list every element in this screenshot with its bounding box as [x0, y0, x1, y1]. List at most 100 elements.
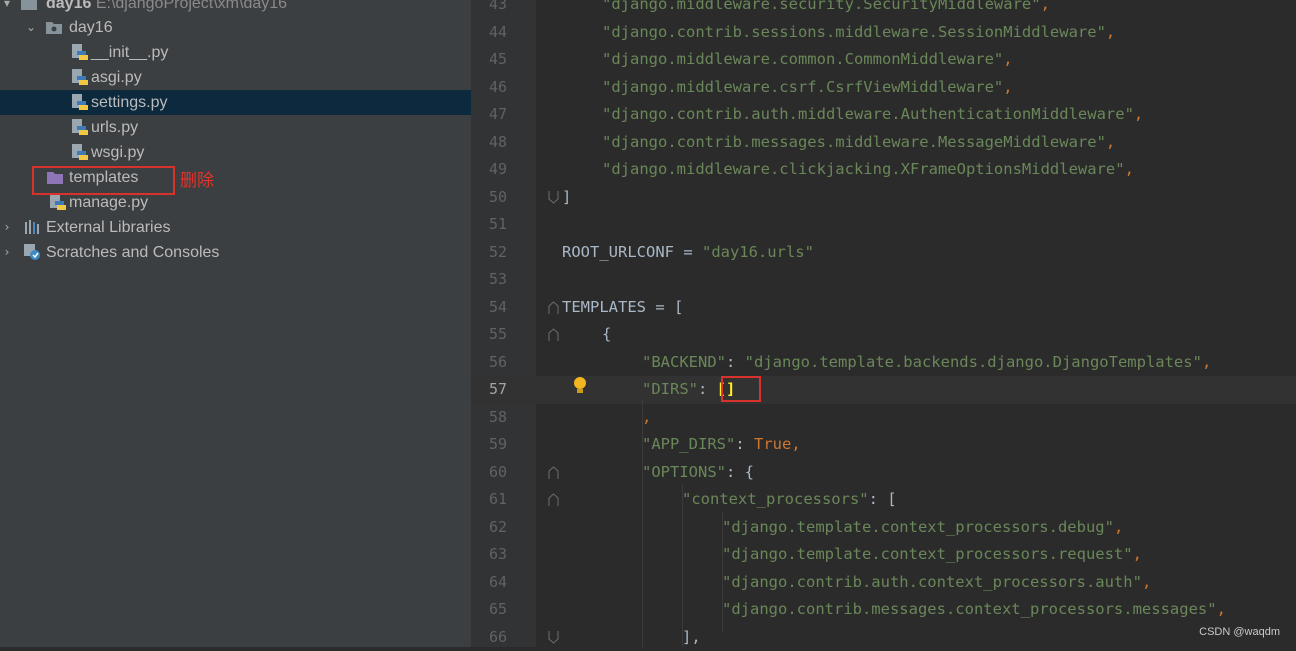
tree-item-label: wsgi.py [91, 140, 144, 165]
tree-row-root[interactable]: ▾ day16 E:\djangoProject\xm\day16 [0, 0, 471, 16]
code-text: "django.middleware.security.SecurityMidd… [602, 0, 1050, 19]
lightbulb-icon[interactable] [572, 376, 588, 396]
code-line[interactable]: 61 "context_processors": [ [471, 486, 1296, 514]
code-editor[interactable]: 43 "django.middleware.security.SecurityM… [471, 0, 1296, 647]
line-number: 61 [471, 486, 507, 514]
tree-row-external-libraries[interactable]: › External Libraries [0, 215, 471, 240]
keyword-token: True, [754, 435, 801, 453]
line-number: 65 [471, 596, 507, 624]
code-line[interactable]: 53 [471, 266, 1296, 294]
scratches-icon [23, 243, 41, 261]
indent-guide [722, 512, 723, 632]
fold-start-icon[interactable] [548, 493, 559, 506]
line-number: 50 [471, 184, 507, 212]
tree-row-wsgi[interactable]: wsgi.py [0, 140, 471, 165]
string-token: "django.middleware.common.CommonMiddlewa… [602, 50, 1003, 68]
tree-row-asgi[interactable]: asgi.py [0, 65, 471, 90]
code-line[interactable]: 64 "django.contrib.auth.context_processo… [471, 569, 1296, 597]
code-line[interactable]: 54 TEMPLATES = [ [471, 294, 1296, 322]
python-file-icon [70, 143, 88, 161]
highlight-box-templates [32, 166, 175, 195]
tree-row-day16[interactable]: ⌄ day16 [0, 15, 471, 40]
tree-item-label: settings.py [91, 90, 167, 115]
code-text: "django.template.context_processors.debu… [722, 514, 1123, 542]
tree-row-urls[interactable]: urls.py [0, 115, 471, 140]
line-number: 51 [471, 211, 507, 239]
code-line[interactable]: 46 "django.middleware.csrf.CsrfViewMiddl… [471, 74, 1296, 102]
code-text: "django.middleware.common.CommonMiddlewa… [602, 46, 1013, 74]
code-text: "django.middleware.clickjacking.XFrameOp… [602, 156, 1134, 184]
code-line[interactable]: 52 ROOT_URLCONF = "day16.urls" [471, 239, 1296, 267]
code-text: "OPTIONS": { [642, 459, 754, 487]
code-line[interactable]: 50 ] [471, 184, 1296, 212]
code-line[interactable]: 63 "django.template.context_processors.r… [471, 541, 1296, 569]
indent-guide [682, 485, 683, 647]
fold-end-icon[interactable] [548, 631, 559, 644]
string-token: "django.middleware.clickjacking.XFrameOp… [602, 160, 1125, 178]
line-number: 49 [471, 156, 507, 184]
punct-token: , [1114, 518, 1123, 536]
package-folder-icon [45, 18, 63, 36]
line-number: 52 [471, 239, 507, 267]
tree-item-label: External Libraries [46, 215, 171, 240]
line-number: 46 [471, 74, 507, 102]
code-line[interactable]: 65 "django.contrib.messages.context_proc… [471, 596, 1296, 624]
code-line[interactable]: 43 "django.middleware.security.SecurityM… [471, 0, 1296, 19]
tree-row-scratches[interactable]: › Scratches and Consoles [0, 240, 471, 265]
delete-annotation: 删除 [180, 166, 214, 191]
code-line[interactable]: 56 "BACKEND": "django.template.backends.… [471, 349, 1296, 377]
chevron-down-icon[interactable]: ⌄ [24, 15, 38, 40]
string-token: "OPTIONS" [642, 463, 726, 481]
project-tree-panel: ▾ day16 E:\djangoProject\xm\day16 ⌄ day1… [0, 0, 471, 647]
code-line[interactable]: 62 "django.template.context_processors.d… [471, 514, 1296, 542]
code-text: "APP_DIRS": True, [642, 431, 801, 459]
punct-token: : [726, 353, 745, 371]
code-line[interactable]: 45 "django.middleware.common.CommonMiddl… [471, 46, 1296, 74]
tree-item-label: urls.py [91, 115, 138, 140]
code-line-current[interactable]: 57 "DIRS": [] [471, 376, 1296, 404]
chevron-right-icon[interactable]: › [0, 215, 14, 240]
chevron-down-icon[interactable]: ▾ [0, 0, 14, 16]
code-line[interactable]: 58 , [471, 404, 1296, 432]
tree-row-settings[interactable]: settings.py [0, 90, 471, 115]
punct-token: : { [726, 463, 754, 481]
tree-row-init[interactable]: __init__.py [0, 40, 471, 65]
string-token: "django.middleware.csrf.CsrfViewMiddlewa… [602, 78, 1003, 96]
punct-token: : [735, 435, 754, 453]
code-text: "context_processors": [ [682, 486, 897, 514]
code-line[interactable]: 59 "APP_DIRS": True, [471, 431, 1296, 459]
punct-token: , [1202, 353, 1211, 371]
string-token: "DIRS" [642, 380, 698, 398]
python-file-icon [70, 68, 88, 86]
line-number: 45 [471, 46, 507, 74]
folder-icon [20, 0, 38, 12]
code-text: "django.contrib.messages.middleware.Mess… [602, 129, 1115, 157]
punct-token: : [ [869, 490, 897, 508]
code-text: , [642, 404, 651, 432]
code-text: "BACKEND": "django.template.backends.dja… [642, 349, 1211, 377]
line-number: 64 [471, 569, 507, 597]
code-text: ROOT_URLCONF = "day16.urls" [562, 239, 814, 267]
punct-token: , [1041, 0, 1050, 13]
fold-start-icon[interactable] [548, 328, 559, 341]
punct-token: , [1125, 160, 1134, 178]
code-line[interactable]: 49 "django.middleware.clickjacking.XFram… [471, 156, 1296, 184]
highlight-box-dirs [721, 376, 761, 402]
fold-start-icon[interactable] [548, 466, 559, 479]
code-line[interactable]: 60 "OPTIONS": { [471, 459, 1296, 487]
code-line[interactable]: 44 "django.contrib.sessions.middleware.S… [471, 19, 1296, 47]
string-token: "django.contrib.messages.context_process… [722, 600, 1217, 618]
string-token: "BACKEND" [642, 353, 726, 371]
tree-item-label: Scratches and Consoles [46, 240, 219, 265]
code-line[interactable]: 48 "django.contrib.messages.middleware.M… [471, 129, 1296, 157]
tree-item-label: day16 [69, 15, 113, 40]
code-line[interactable]: 47 "django.contrib.auth.middleware.Authe… [471, 101, 1296, 129]
fold-start-icon[interactable] [548, 301, 559, 314]
code-line[interactable]: 51 [471, 211, 1296, 239]
code-line[interactable]: 55 { [471, 321, 1296, 349]
code-text: "django.contrib.auth.context_processors.… [722, 569, 1151, 597]
string-token: "django.template.context_processors.requ… [722, 545, 1133, 563]
line-number: 53 [471, 266, 507, 294]
fold-end-icon[interactable] [548, 191, 559, 204]
chevron-right-icon[interactable]: › [0, 240, 14, 265]
